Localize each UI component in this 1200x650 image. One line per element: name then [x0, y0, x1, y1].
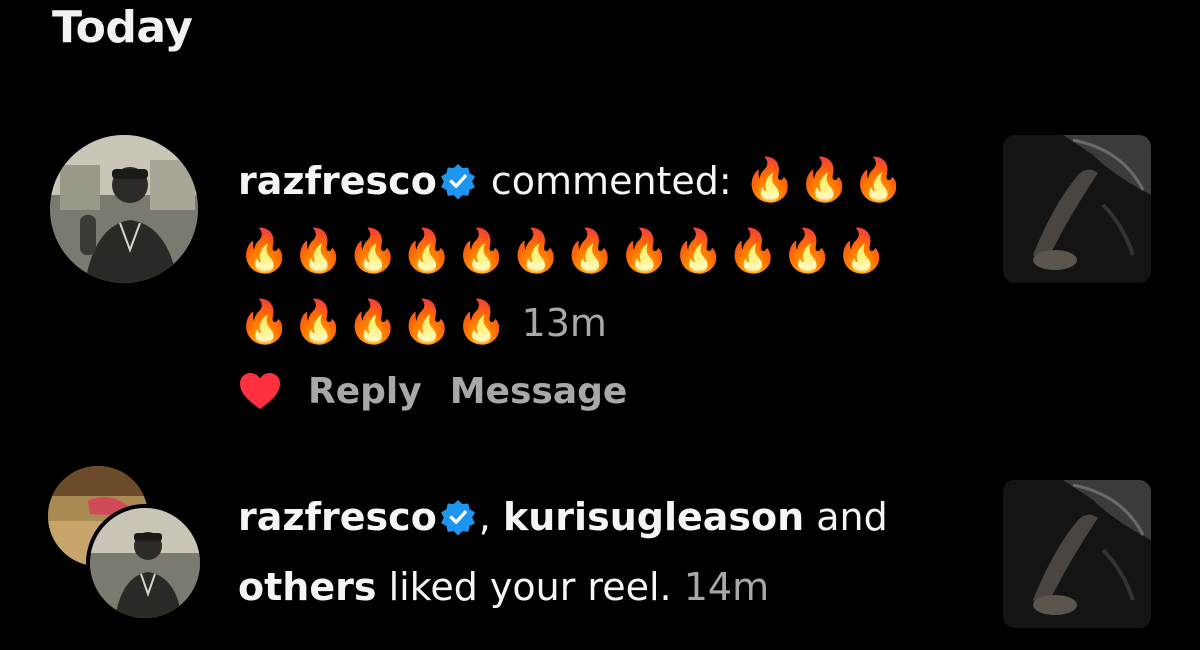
username[interactable]: razfresco — [238, 495, 437, 539]
comment-line-1: 🔥🔥🔥 — [743, 155, 907, 204]
username[interactable]: razfresco — [238, 159, 437, 203]
heart-icon[interactable] — [238, 371, 282, 411]
notification-like[interactable]: razfresco, kurisugleason and others like… — [0, 462, 1200, 642]
comment-line-2: 🔥🔥🔥🔥🔥🔥🔥🔥🔥🔥🔥🔥 — [238, 226, 890, 275]
comment-actions: Reply Message — [238, 363, 655, 419]
notification-text: razfresco commented: 🔥🔥🔥 🔥🔥🔥🔥🔥🔥🔥🔥🔥🔥🔥🔥 🔥🔥… — [238, 145, 958, 358]
others-link[interactable]: others — [238, 565, 376, 609]
verified-badge-icon — [439, 162, 477, 200]
second-username[interactable]: kurisugleason — [503, 495, 804, 539]
separator: , — [478, 495, 491, 539]
action-text: liked your reel. — [388, 565, 672, 609]
and-text: and — [816, 495, 888, 539]
timestamp: 13m — [521, 301, 607, 345]
reel-thumbnail[interactable] — [1003, 480, 1151, 628]
avatar-photo — [50, 135, 198, 283]
reel-thumbnail[interactable] — [1003, 135, 1151, 283]
section-title-today: Today — [52, 2, 193, 53]
reel-thumbnail-image — [1003, 135, 1151, 283]
verified-badge-icon — [439, 498, 477, 536]
action-text: commented: — [490, 159, 732, 203]
message-button[interactable]: Message — [450, 371, 628, 412]
notification-comment[interactable]: razfresco commented: 🔥🔥🔥 🔥🔥🔥🔥🔥🔥🔥🔥🔥🔥🔥🔥 🔥🔥… — [0, 135, 1200, 425]
avatar[interactable] — [50, 135, 198, 283]
avatar-stack[interactable] — [48, 466, 204, 622]
comment-line-3: 🔥🔥🔥🔥🔥 — [238, 297, 510, 346]
reply-button[interactable]: Reply — [308, 371, 422, 412]
notification-text: razfresco, kurisugleason and others like… — [238, 482, 958, 622]
avatar-primary — [86, 504, 204, 622]
reel-thumbnail-image — [1003, 480, 1151, 628]
timestamp: 14m — [683, 565, 770, 609]
